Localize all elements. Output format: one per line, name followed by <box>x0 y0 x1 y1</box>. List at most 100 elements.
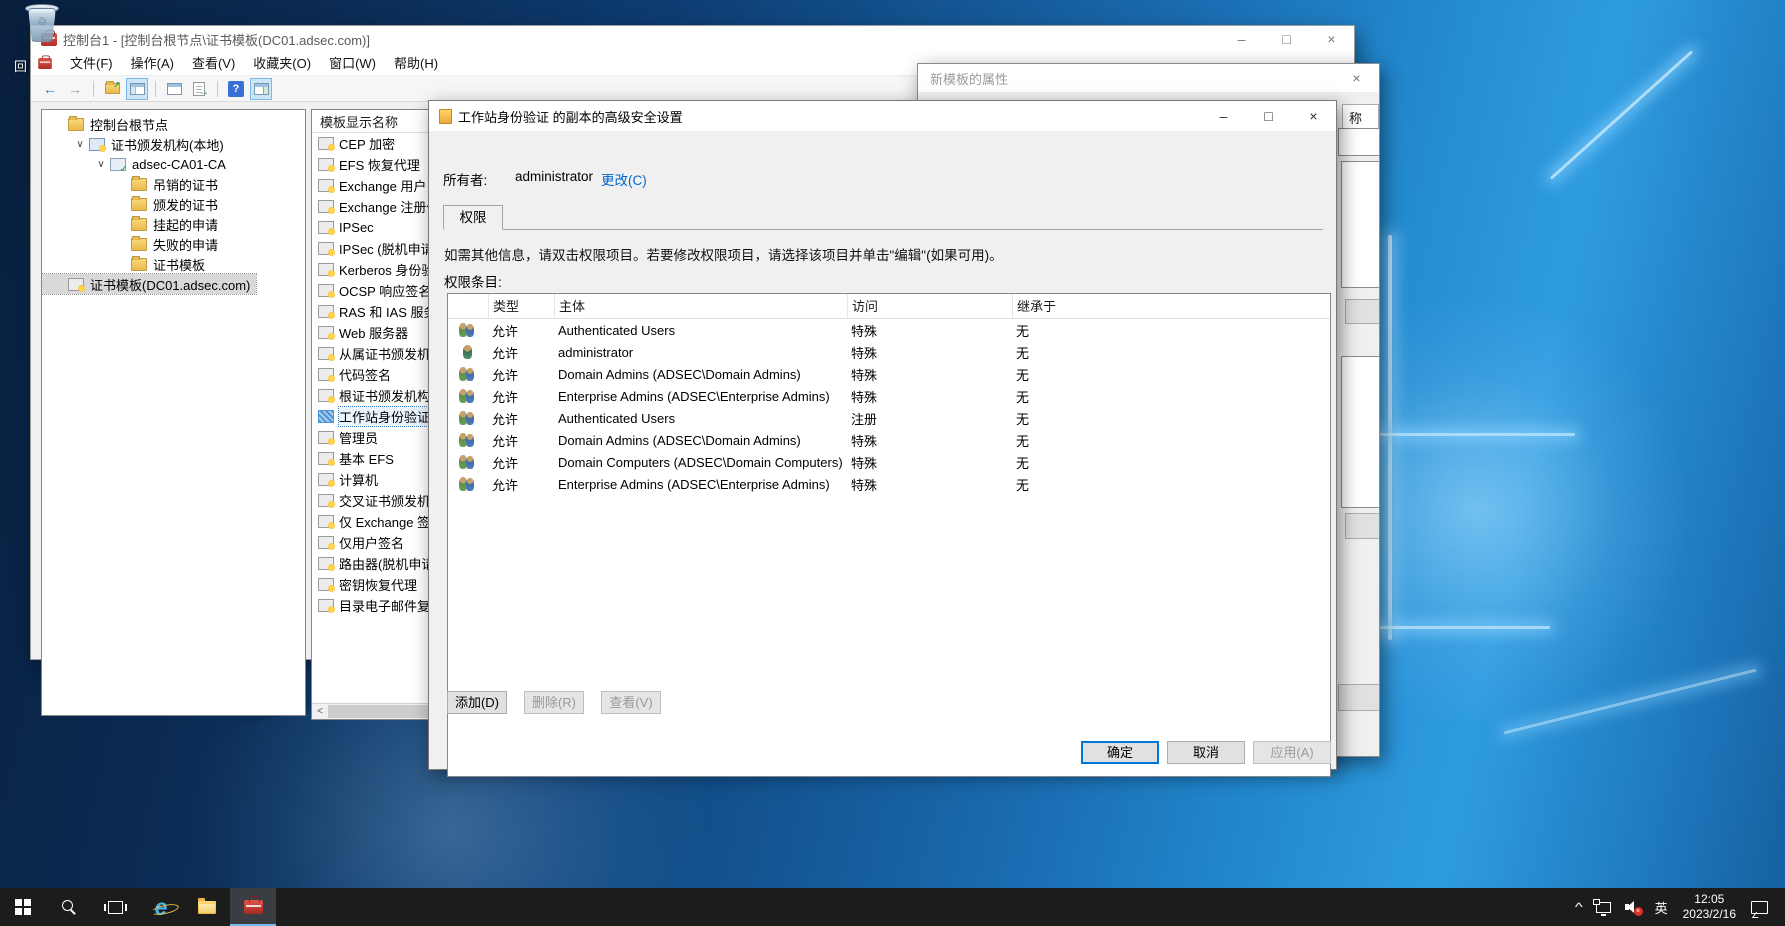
properties-listbox-fragment <box>1341 161 1379 288</box>
maximize-icon[interactable]: □ <box>1264 26 1309 52</box>
add-button[interactable]: 添加(D) <box>447 691 507 714</box>
security-dialog-titlebar[interactable]: 工作站身份验证 的副本的高级安全设置 – □ × <box>429 101 1336 131</box>
minimize-icon[interactable]: – <box>1201 101 1246 131</box>
template-list-item[interactable]: 从属证书颁发机构 <box>312 343 446 364</box>
template-list-item[interactable]: IPSec (脱机申请) <box>312 238 446 259</box>
volume-tray-button[interactable]: × <box>1618 888 1648 926</box>
menu-item[interactable]: 查看(V) <box>183 52 244 76</box>
template-list-item[interactable]: Exchange 用户 <box>312 175 446 196</box>
menu-item[interactable]: 窗口(W) <box>320 52 385 76</box>
close-icon[interactable]: × <box>1309 26 1354 52</box>
template-list-item[interactable]: 计算机 <box>312 469 446 490</box>
template-list-item[interactable]: Exchange 注册代理( <box>312 196 446 217</box>
tray-chevron-icon[interactable]: ^ <box>1565 888 1592 926</box>
tree-item[interactable]: 挂起的申请 <box>42 214 305 234</box>
tree-item[interactable]: ∨adsec-CA01-CA <box>42 154 305 174</box>
start-button[interactable] <box>0 888 46 926</box>
horizontal-scrollbar[interactable]: < <box>312 703 446 719</box>
taskbar-clock[interactable]: 12:05 2023/2/16 <box>1675 892 1744 922</box>
header-inherited-from[interactable]: 继承于 <box>1012 294 1330 318</box>
show-console-tree-button[interactable] <box>126 78 148 100</box>
table-header-row[interactable]: 类型 主体 访问 继承于 <box>448 294 1330 319</box>
network-tray-button[interactable] <box>1589 888 1618 926</box>
menu-item[interactable]: 文件(F) <box>61 52 122 76</box>
template-list-item[interactable]: 目录电子邮件复制 <box>312 595 446 616</box>
header-access[interactable]: 访问 <box>847 294 1012 318</box>
search-button[interactable] <box>46 888 92 926</box>
tree-item[interactable]: 吊销的证书 <box>42 174 305 194</box>
recycle-bin-label[interactable]: 回 <box>14 56 27 75</box>
up-one-level-button[interactable]: ↗ <box>101 78 123 100</box>
maximize-icon[interactable]: □ <box>1246 101 1291 131</box>
close-icon[interactable]: × <box>1291 101 1336 131</box>
permission-entry-row[interactable]: 允许Enterprise Admins (ADSEC\Enterprise Ad… <box>448 473 1330 495</box>
template-list-item[interactable]: 仅用户签名 <box>312 532 446 553</box>
cancel-button[interactable]: 取消 <box>1167 741 1245 764</box>
template-list-column-header[interactable]: 模板显示名称 ^ <box>312 110 446 133</box>
permission-entry-row[interactable]: 允许Authenticated Users注册无 <box>448 407 1330 429</box>
scroll-left-icon[interactable]: < <box>312 704 328 719</box>
permission-entry-row[interactable]: 允许Domain Computers (ADSEC\Domain Compute… <box>448 451 1330 473</box>
template-list-item[interactable]: 密钥恢复代理 <box>312 574 446 595</box>
template-list-item[interactable]: 仅 Exchange 签名 <box>312 511 446 532</box>
properties-titlebar[interactable]: 新模板的属性 × <box>918 64 1379 92</box>
export-list-button[interactable]: → <box>188 78 210 100</box>
help-button[interactable]: ? <box>225 78 247 100</box>
task-view-button[interactable] <box>92 888 138 926</box>
tree-item[interactable]: 颁发的证书 <box>42 194 305 214</box>
template-list-item[interactable]: 代码签名 <box>312 364 446 385</box>
properties-button[interactable] <box>163 78 185 100</box>
template-list-item[interactable]: OCSP 响应签名 <box>312 280 446 301</box>
template-list-item[interactable]: Kerberos 身份验证 <box>312 259 446 280</box>
taskbar-item-explorer[interactable] <box>184 888 230 926</box>
menu-item[interactable]: 收藏夹(O) <box>244 52 320 76</box>
template-list-item[interactable]: EFS 恢复代理 <box>312 154 446 175</box>
action-center-button[interactable] <box>1744 888 1775 926</box>
tree-item[interactable]: 控制台根节点 <box>42 114 305 134</box>
windows-logo-icon <box>15 899 31 915</box>
tree-item[interactable]: ∨证书颁发机构(本地) <box>42 134 305 154</box>
permission-entry-row[interactable]: 允许Domain Admins (ADSEC\Domain Admins)特殊无 <box>448 363 1330 385</box>
taskbar-item-ie[interactable]: e <box>138 888 184 926</box>
header-type[interactable]: 类型 <box>488 294 554 318</box>
tree-item[interactable]: 证书模板 <box>42 254 305 274</box>
language-indicator[interactable]: 英 <box>1648 888 1675 926</box>
template-list-item[interactable]: 管理员 <box>312 427 446 448</box>
template-list-item[interactable]: CEP 加密 <box>312 133 446 154</box>
ok-button[interactable]: 确定 <box>1081 741 1159 764</box>
menu-item[interactable]: 帮助(H) <box>385 52 447 76</box>
taskbar-item-mmc[interactable] <box>230 888 276 926</box>
back-button[interactable]: ← <box>39 78 61 100</box>
template-list-item[interactable]: 根证书颁发机构 <box>312 385 446 406</box>
close-icon[interactable]: × <box>1334 64 1379 92</box>
forward-button[interactable]: → <box>64 78 86 100</box>
template-list-item[interactable]: 工作站身份验证 <box>312 406 446 427</box>
group-icon <box>459 323 477 337</box>
header-principal[interactable]: 主体 <box>554 294 847 318</box>
permission-entry-row[interactable]: 允许administrator特殊无 <box>448 341 1330 363</box>
permission-entry-row[interactable]: 允许Domain Admins (ADSEC\Domain Admins)特殊无 <box>448 429 1330 451</box>
minimize-icon[interactable]: – <box>1219 26 1264 52</box>
network-icon <box>1596 902 1611 913</box>
template-list-item[interactable]: 路由器(脱机申请) <box>312 553 446 574</box>
recycle-bin-icon[interactable]: ♲ <box>22 0 62 46</box>
chevron-expanded-icon[interactable]: ∨ <box>71 139 89 150</box>
tree-item[interactable]: 失败的申请 <box>42 234 305 254</box>
tree-item[interactable]: 证书模板(DC01.adsec.com) <box>42 274 256 294</box>
mmc-titlebar[interactable]: 控制台1 - [控制台根节点\证书模板(DC01.adsec.com)] – □… <box>31 26 1354 52</box>
menu-item[interactable]: 操作(A) <box>122 52 183 76</box>
template-name: Web 服务器 <box>339 323 408 342</box>
template-list-item[interactable]: 基本 EFS <box>312 448 446 469</box>
tab-permissions[interactable]: 权限 <box>443 205 503 230</box>
entry-principal: Authenticated Users <box>554 411 847 426</box>
permission-entry-row[interactable]: 允许Authenticated Users特殊无 <box>448 319 1330 341</box>
chevron-expanded-icon[interactable]: ∨ <box>92 159 110 170</box>
permission-entry-row[interactable]: 允许Enterprise Admins (ADSEC\Enterprise Ad… <box>448 385 1330 407</box>
template-list-item[interactable]: Web 服务器 <box>312 322 446 343</box>
change-owner-link[interactable]: 更改(C) <box>601 169 647 189</box>
show-action-pane-button[interactable] <box>250 78 272 100</box>
template-list-item[interactable]: RAS 和 IAS 服务器 <box>312 301 446 322</box>
properties-tab-fragment[interactable]: 称 <box>1342 104 1379 128</box>
template-list-item[interactable]: IPSec <box>312 217 446 238</box>
template-list-item[interactable]: 交叉证书颁发机构 <box>312 490 446 511</box>
